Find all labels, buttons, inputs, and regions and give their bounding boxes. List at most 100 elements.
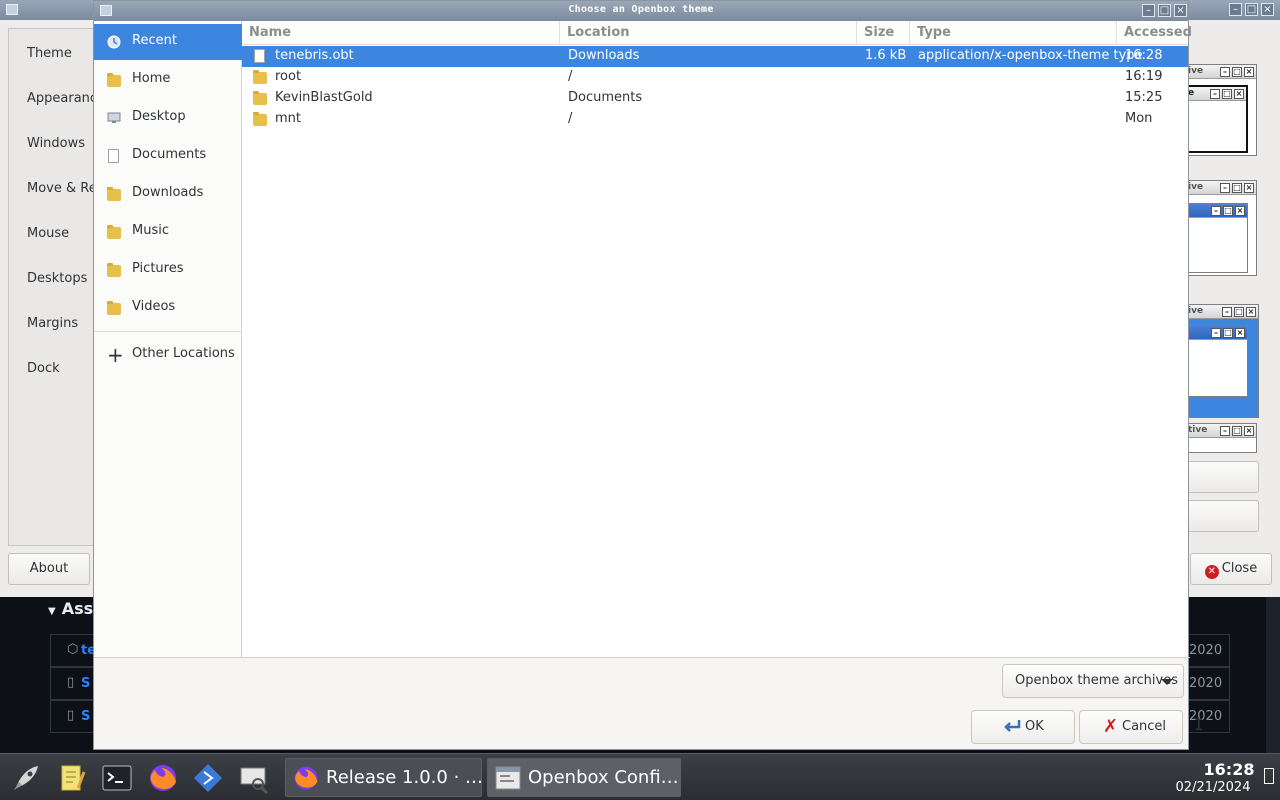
column-header: Name Location Size Type Accessed <box>242 21 1192 45</box>
zip-icon: ▯ <box>67 708 75 723</box>
preview-label: ive <box>1188 66 1204 76</box>
text-editor-icon[interactable] <box>56 762 88 794</box>
file-location: Documents <box>568 90 643 105</box>
zip-icon: ▯ <box>67 675 75 690</box>
preview-inner-window: – □ × <box>1186 325 1248 397</box>
battery-icon[interactable] <box>1264 768 1274 784</box>
footer-separator <box>94 657 1190 658</box>
file-type-filter-dropdown[interactable]: Openbox theme archives <box>1002 664 1184 698</box>
close-label: Close <box>1221 561 1258 576</box>
desktop-icon <box>107 112 121 123</box>
column-name[interactable]: Name <box>242 21 560 45</box>
minimize-icon[interactable]: – <box>1142 4 1155 17</box>
terminal-icon[interactable] <box>101 762 133 794</box>
place-videos[interactable]: Videos <box>94 290 242 326</box>
clock-date[interactable]: 02/21/2024 <box>1170 780 1256 795</box>
file-accessed: 16:19 <box>1125 69 1163 84</box>
file-type: application/x-openbox-theme type <box>918 48 1143 63</box>
asset-date: 2020 <box>1189 676 1223 691</box>
preview-button-2[interactable] <box>1187 500 1259 532</box>
preview-label: ive <box>1188 306 1204 316</box>
home-folder-icon <box>107 73 121 87</box>
enter-arrow-icon <box>1004 720 1021 732</box>
places-sidebar: Recent Home Desktop Documents Downloads … <box>94 21 242 657</box>
column-accessed[interactable]: Accessed <box>1117 21 1192 45</box>
sidebar-item-mouse[interactable]: Mouse <box>27 226 69 241</box>
rocket-icon[interactable] <box>10 762 42 794</box>
theme-preview-2: ive – □ × – □ × <box>1185 180 1257 276</box>
package-icon: ⬡ <box>67 642 79 657</box>
place-recent[interactable]: Recent <box>94 24 242 60</box>
firefox-icon <box>294 766 318 790</box>
maximize-icon[interactable]: □ <box>1158 4 1171 17</box>
theme-preview-1: ive – □ × e – □ × <box>1185 64 1257 156</box>
minimize-icon[interactable]: – <box>1229 3 1242 16</box>
file-size: 1.6 kB <box>865 48 907 63</box>
place-downloads[interactable]: Downloads <box>94 176 242 212</box>
folder-icon <box>253 70 267 84</box>
task-label: Openbox Confi… <box>528 767 679 788</box>
file-row-tenebris[interactable]: tenebris.obt Downloads 1.6 kB applicatio… <box>242 46 1188 67</box>
sidebar-item-dock[interactable]: Dock <box>27 361 60 376</box>
window-menu-icon[interactable] <box>6 4 18 15</box>
cancel-x-icon: ✗ <box>1103 716 1119 737</box>
preview-inner-window: e – □ × <box>1186 85 1248 153</box>
file-name: mnt <box>275 111 301 126</box>
preview-buttons: – □ × <box>1218 66 1254 79</box>
app-icon[interactable] <box>192 762 224 794</box>
music-folder-icon <box>107 225 121 239</box>
filter-label: Openbox theme archives <box>1015 673 1178 688</box>
sidebar-item-margins[interactable]: Margins <box>27 316 78 331</box>
file-chooser-dialog: Choose an Openbox theme – □ × Recent Hom… <box>93 0 1192 750</box>
cancel-label: Cancel <box>1122 719 1167 734</box>
place-documents[interactable]: Documents <box>94 138 242 174</box>
file-row-mnt[interactable]: mnt / Mon <box>242 109 1188 130</box>
folder-icon <box>253 91 267 105</box>
asset-link[interactable]: S <box>81 709 90 724</box>
place-pictures[interactable]: Pictures <box>94 252 242 288</box>
place-music[interactable]: Music <box>94 214 242 250</box>
file-accessed: Mon <box>1125 111 1153 126</box>
file-name: KevinBlastGold <box>275 90 373 105</box>
sidebar-item-theme[interactable]: Theme <box>27 46 72 61</box>
place-home[interactable]: Home <box>94 62 242 98</box>
close-icon[interactable]: × <box>1261 3 1274 16</box>
task-firefox-release[interactable]: Release 1.0.0 · … <box>285 758 482 797</box>
place-other-locations[interactable]: + Other Locations <box>94 337 242 373</box>
asset-link[interactable]: S <box>81 676 90 691</box>
place-label: Desktop <box>132 109 186 124</box>
preview-label: tive <box>1188 425 1208 435</box>
browser-scrollbar[interactable] <box>1266 597 1280 753</box>
place-label: Home <box>132 71 171 86</box>
place-label: Music <box>132 223 169 238</box>
dialog-titlebar[interactable]: Choose an Openbox theme – □ × <box>94 1 1188 21</box>
config-sidebar: Theme Appearance Windows Move & Resize M… <box>8 28 122 546</box>
place-label: Pictures <box>132 261 184 276</box>
file-row-kevinblastgold[interactable]: KevinBlastGold Documents 15:25 <box>242 88 1188 109</box>
text-cursor-icon: I <box>1194 715 1204 734</box>
sidebar-item-windows[interactable]: Windows <box>27 136 85 151</box>
task-openbox-config[interactable]: Openbox Confi… <box>487 758 681 797</box>
firefox-icon[interactable] <box>147 762 179 794</box>
column-type[interactable]: Type <box>910 21 1117 45</box>
file-accessed: 15:25 <box>1125 90 1163 105</box>
column-size[interactable]: Size <box>857 21 910 45</box>
screenshot-icon[interactable] <box>238 762 270 794</box>
ok-button[interactable]: OK <box>971 710 1075 744</box>
openbox-config-icon <box>495 766 521 790</box>
maximize-icon[interactable]: □ <box>1245 3 1258 16</box>
preview-inner-window: – □ × <box>1186 203 1248 273</box>
file-accessed: 16:28 <box>1125 48 1163 63</box>
file-location: Downloads <box>568 48 640 63</box>
cancel-button[interactable]: ✗ Cancel <box>1079 710 1183 744</box>
close-button[interactable]: ✕ Close <box>1190 553 1272 585</box>
sidebar-item-desktops[interactable]: Desktops <box>27 271 87 286</box>
about-button[interactable]: About <box>8 553 90 585</box>
ok-label: OK <box>1025 719 1044 734</box>
file-row-root[interactable]: root / 16:19 <box>242 67 1188 88</box>
clock-time[interactable]: 16:28 <box>1190 760 1268 779</box>
place-desktop[interactable]: Desktop <box>94 100 242 136</box>
column-location[interactable]: Location <box>560 21 857 45</box>
close-icon[interactable]: × <box>1174 4 1187 17</box>
preview-button-1[interactable] <box>1187 461 1259 493</box>
